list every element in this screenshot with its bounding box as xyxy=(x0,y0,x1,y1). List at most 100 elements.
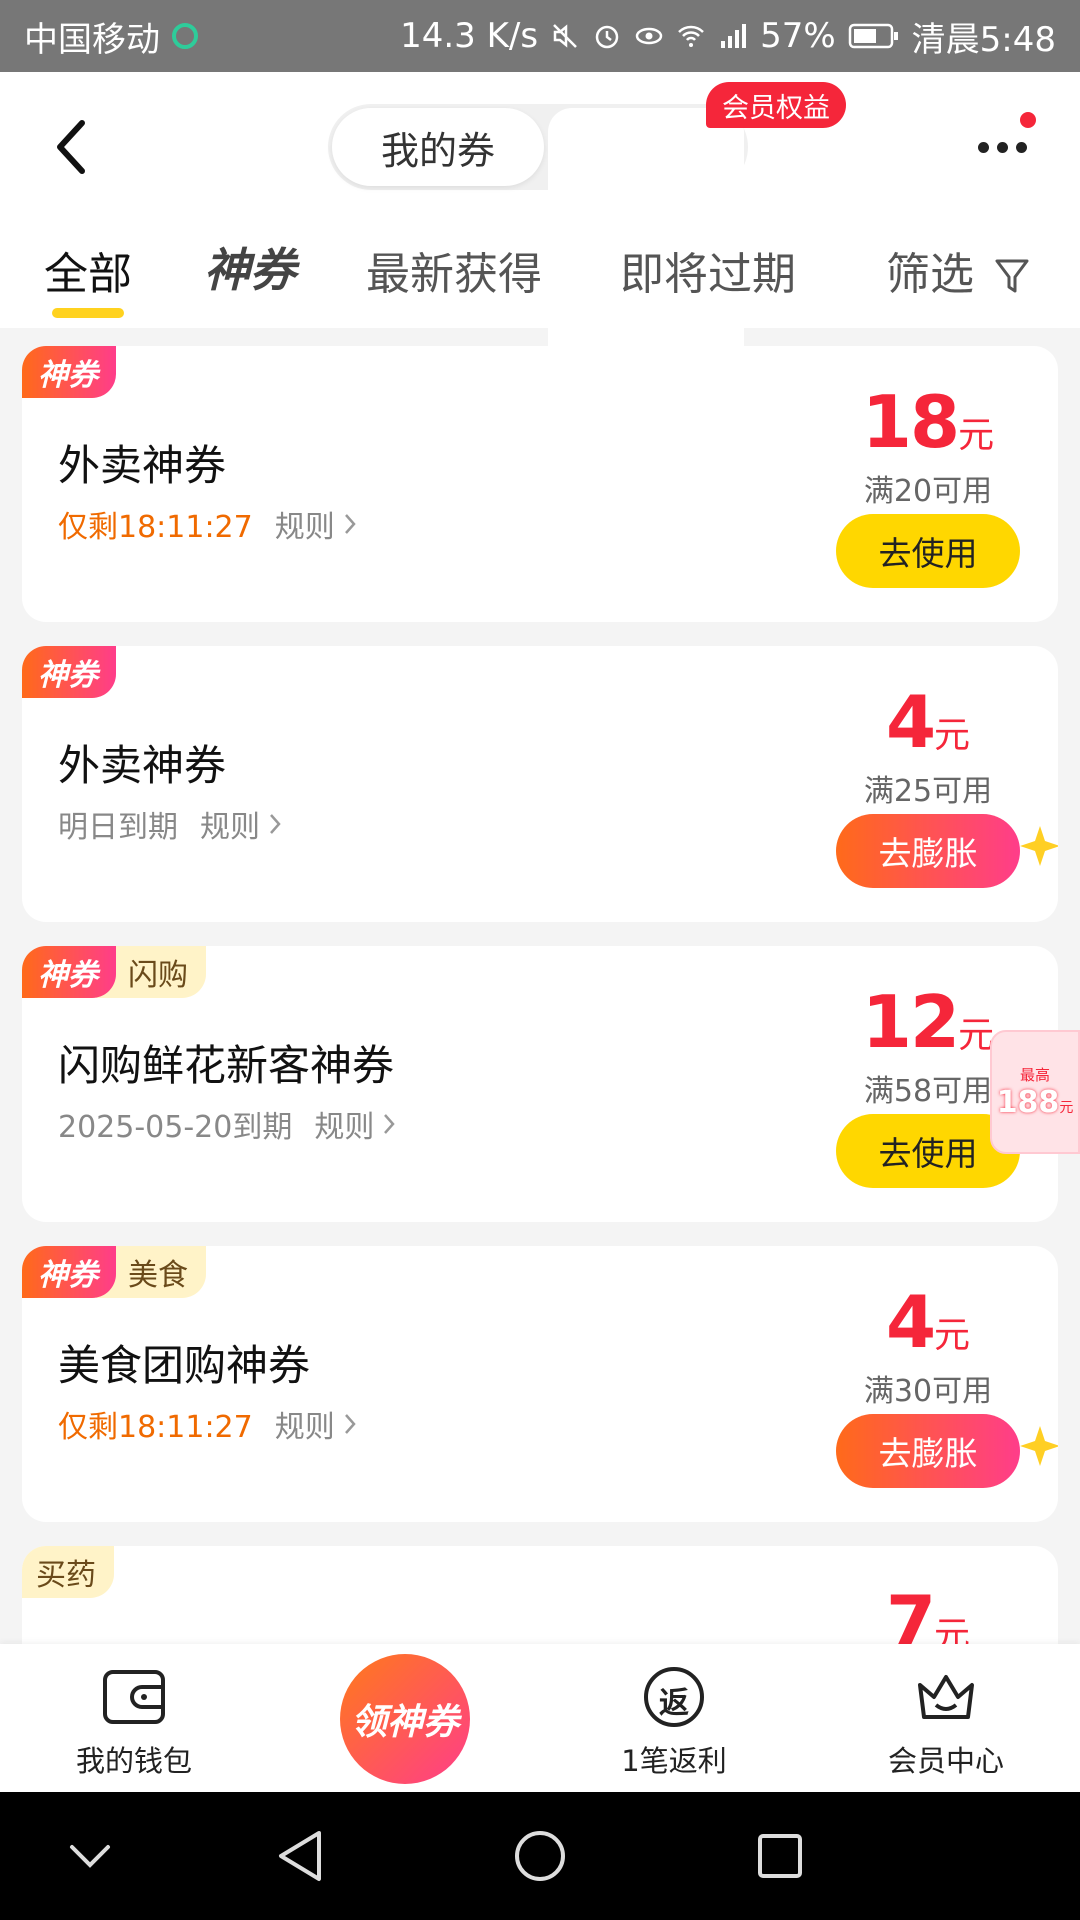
notification-dot xyxy=(1020,112,1036,128)
rule-link[interactable]: 规则 xyxy=(314,1102,396,1146)
coupon-title: 外卖神券 xyxy=(58,741,227,790)
system-nav-bar xyxy=(0,1792,1080,1920)
alarm-icon xyxy=(595,25,619,49)
more-button[interactable] xyxy=(972,122,1032,172)
nav-rebate-label: 1笔返利 xyxy=(621,1744,727,1778)
coupon-card[interactable]: 神券 美食 美食团购神券 仅剩18:11:27 规则 4元 满30可用 去膨胀 xyxy=(22,1246,1058,1522)
coupon-amount: 18元 xyxy=(818,380,1038,464)
nav-center-label: 领神券 xyxy=(350,1702,459,1743)
amount-value: 4 xyxy=(885,1280,936,1364)
coupon-amount: 4元 xyxy=(818,1280,1038,1364)
coupon-card[interactable]: 神券 外卖神券 仅剩18:11:27 规则 18元 满20可用 去使用 xyxy=(22,346,1058,622)
segment-my-coupons[interactable]: 我的券 xyxy=(332,108,544,186)
rule-link[interactable]: 规则 xyxy=(275,1402,357,1446)
shenquan-tag: 神券 xyxy=(22,946,116,998)
square-recents-icon xyxy=(758,1834,802,1878)
floating-reward-widget[interactable]: 最高 188元 xyxy=(990,1030,1080,1154)
tab-newest[interactable]: 最新获得 xyxy=(366,238,542,302)
chevron-left-icon xyxy=(57,120,85,174)
hide-nav-button[interactable] xyxy=(60,1826,120,1886)
coupon-card[interactable]: 神券 外卖神券 明日到期 规则 4元 满25可用 去膨胀 xyxy=(22,646,1058,922)
category-tag: 买药 xyxy=(22,1546,114,1598)
nav-get-coupons[interactable]: 领神券 xyxy=(340,1654,470,1784)
coupon-card[interactable]: 神券 闪购 闪购鲜花新客神券 2025-05-20到期 规则 12元 满58可用… xyxy=(22,946,1058,1222)
wifi-icon xyxy=(678,25,704,47)
eye-icon xyxy=(635,27,663,45)
sparkle-icon xyxy=(1020,826,1058,866)
more-dot-icon xyxy=(1015,141,1027,153)
chevron-right-icon xyxy=(384,1114,396,1134)
filter-icon xyxy=(995,259,1029,293)
more-dot-icon xyxy=(977,141,989,153)
carrier-label: 中国移动 xyxy=(24,19,160,60)
tab-shenquan[interactable]: 神券 xyxy=(204,234,296,300)
clock: 清晨5:48 xyxy=(911,19,1056,60)
crown-icon xyxy=(918,1675,974,1719)
rule-label: 规则 xyxy=(274,510,335,545)
member-benefits-badge[interactable]: 会员权益 xyxy=(706,82,846,128)
system-back-button[interactable] xyxy=(270,1826,330,1886)
coupon-title: 外卖神券 xyxy=(58,441,227,490)
system-home-button[interactable] xyxy=(510,1826,570,1886)
coupon-condition: 满30可用 xyxy=(863,1374,993,1409)
tab-active-indicator xyxy=(52,308,124,318)
nav-member[interactable]: 会员中心 xyxy=(826,1662,1066,1780)
tab-filter-label: 筛选 xyxy=(886,249,974,300)
filter-tabs: 全部 神券 最新获得 即将过期 筛选 xyxy=(0,222,1080,328)
widget-unit: 元 xyxy=(1059,1100,1074,1116)
shenquan-tag: 神券 xyxy=(22,346,116,398)
rule-label: 规则 xyxy=(200,810,260,845)
coupon-expire: 仅剩18:11:27 xyxy=(58,1410,253,1445)
rebate-icon-char: 返 xyxy=(659,1686,689,1721)
tab-expiring[interactable]: 即将过期 xyxy=(620,238,796,302)
coupon-condition: 满20可用 xyxy=(863,474,993,509)
segment-control: 我的券 卡 xyxy=(328,104,748,384)
network-speed: 14.3 K/s xyxy=(400,16,539,56)
widget-value: 188 xyxy=(996,1085,1060,1120)
mute-icon xyxy=(553,24,577,48)
use-button[interactable]: 去使用 xyxy=(836,514,1020,588)
widget-top-label: 最高 xyxy=(1019,1066,1050,1084)
header: 我的券 卡 会员权益 xyxy=(0,72,1080,384)
amount-unit: 元 xyxy=(934,715,971,756)
wallet-icon xyxy=(103,1670,165,1724)
nav-wallet-label: 我的钱包 xyxy=(75,1744,192,1778)
amount-unit: 元 xyxy=(958,1015,995,1056)
shenquan-tag: 神券 xyxy=(22,646,116,698)
rule-label: 规则 xyxy=(274,1410,335,1445)
rule-link[interactable]: 规则 xyxy=(275,502,357,546)
sparkle-icon xyxy=(1020,1426,1058,1466)
coupon-expire: 明日到期 xyxy=(58,810,178,845)
more-dot-icon xyxy=(996,141,1008,153)
coupon-title: 闪购鲜花新客神券 xyxy=(58,1041,395,1090)
coupon-expire: 仅剩18:11:27 xyxy=(58,510,253,545)
battery-icon xyxy=(848,23,898,49)
chevron-right-icon xyxy=(344,514,356,534)
shenquan-tag: 神券 xyxy=(22,1246,116,1298)
coupon-expire: 2025-05-20到期 xyxy=(58,1110,293,1145)
expand-button[interactable]: 去膨胀 xyxy=(836,814,1020,888)
back-button[interactable] xyxy=(40,112,100,182)
amount-value: 4 xyxy=(885,680,936,764)
amount-value: 18 xyxy=(861,380,960,464)
tab-filter[interactable]: 筛选 xyxy=(886,238,1030,302)
signal-icon xyxy=(721,24,747,48)
tab-all[interactable]: 全部 xyxy=(44,238,132,302)
chevron-right-icon xyxy=(344,1414,356,1434)
circle-home-icon xyxy=(515,1831,565,1881)
coupon-amount: 4元 xyxy=(818,680,1038,764)
rule-label: 规则 xyxy=(314,1110,375,1145)
sim-icon xyxy=(172,23,198,49)
coupon-title: 美食团购神券 xyxy=(58,1341,311,1390)
chevron-right-icon xyxy=(270,814,281,834)
bottom-nav: 我的钱包 领神券 1笔返利 返 会员中心 xyxy=(0,1644,1080,1792)
status-bar: 中国移动 14.3 K/s 57% 清晨5:48 xyxy=(0,0,1080,72)
battery-percent: 57% xyxy=(760,16,836,56)
coupon-condition: 满25可用 xyxy=(863,774,993,809)
amount-value: 12 xyxy=(861,980,960,1064)
expand-button[interactable]: 去膨胀 xyxy=(836,1414,1020,1488)
rule-link[interactable]: 规则 xyxy=(200,802,282,846)
nav-wallet[interactable]: 我的钱包 xyxy=(14,1662,254,1780)
nav-member-label: 会员中心 xyxy=(887,1744,1004,1778)
system-recents-button[interactable] xyxy=(750,1826,810,1886)
